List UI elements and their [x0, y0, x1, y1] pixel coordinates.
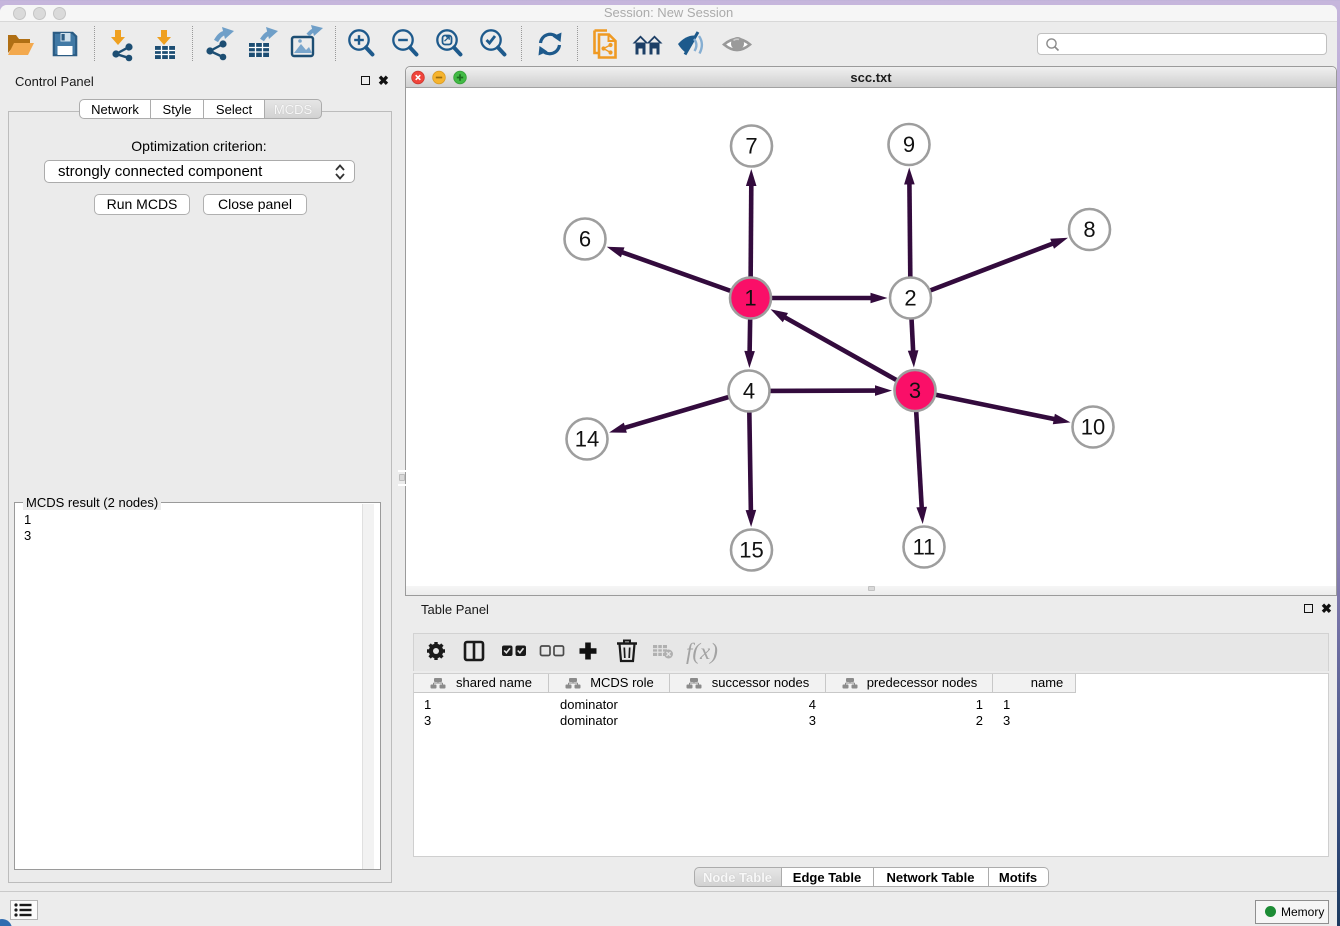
svg-text:1: 1 — [744, 285, 756, 310]
svg-text:2: 2 — [904, 285, 916, 310]
svg-text:11: 11 — [913, 534, 936, 559]
svg-text:10: 10 — [1081, 414, 1105, 439]
svg-text:7: 7 — [745, 133, 757, 158]
svg-text:4: 4 — [743, 378, 755, 403]
svg-text:6: 6 — [579, 226, 591, 251]
svg-text:9: 9 — [903, 132, 915, 157]
svg-text:f(x): f(x) — [686, 639, 718, 664]
svg-text:15: 15 — [739, 537, 763, 562]
svg-text:8: 8 — [1083, 217, 1095, 242]
svg-text:14: 14 — [575, 426, 599, 451]
svg-text:3: 3 — [909, 378, 921, 403]
